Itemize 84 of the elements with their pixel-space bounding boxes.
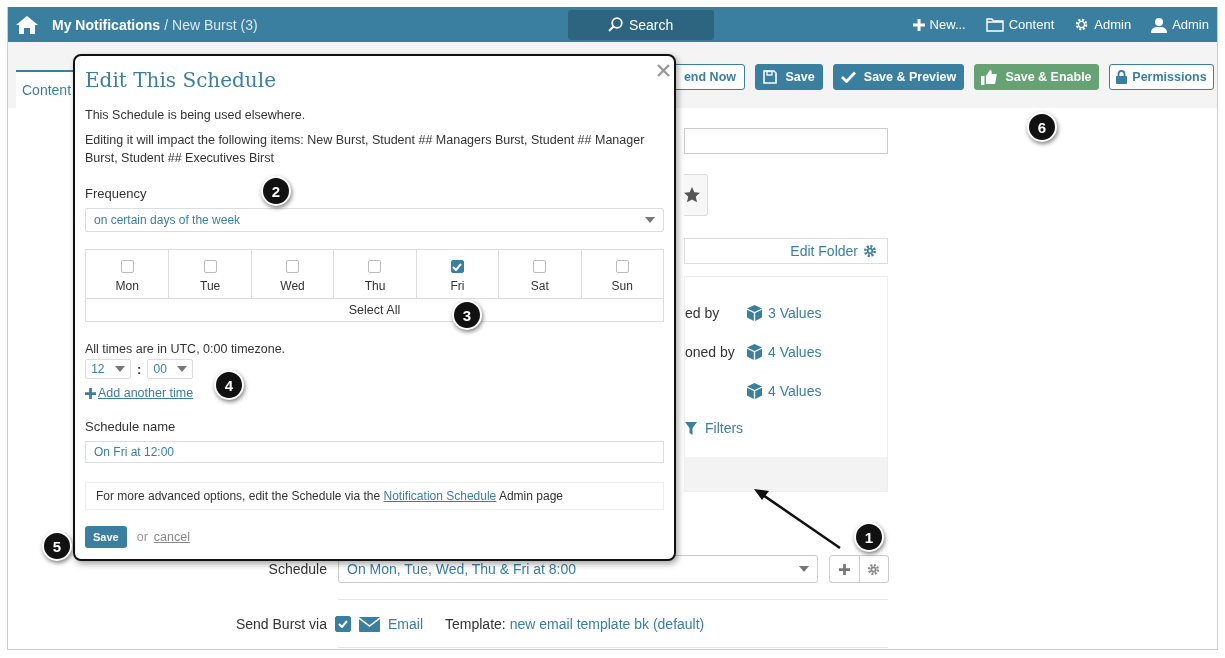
timezone-note: All times are in UTC, 0:00 timezone. — [85, 342, 286, 356]
template-label: Template: — [445, 616, 506, 632]
field-label: oned by — [685, 344, 735, 360]
day-label: Fri — [450, 279, 465, 293]
day-label: Tue — [200, 279, 221, 293]
user-icon — [1151, 16, 1168, 33]
home-icon[interactable] — [16, 15, 38, 34]
gear-icon — [863, 244, 877, 258]
gear-icon — [1074, 17, 1090, 32]
day-label: Sun — [611, 279, 633, 293]
checkbox[interactable] — [286, 260, 300, 273]
day-label: Mon — [115, 279, 139, 293]
dialog-title: Edit This Schedule — [85, 68, 276, 92]
checkbox[interactable] — [120, 260, 134, 273]
day-label: Thu — [364, 279, 386, 293]
lock-icon — [1116, 70, 1128, 84]
or-text: or — [136, 530, 148, 544]
edit-folder-link[interactable]: Edit Folder — [790, 243, 858, 259]
advanced-note: For more advanced options, edit the Schedule via the Notification Schedule Admin page — [85, 482, 664, 510]
checkbox[interactable] — [368, 260, 382, 273]
plus-icon — [838, 563, 850, 575]
search-icon — [607, 17, 623, 32]
template-link[interactable]: new email template bk (default) — [509, 616, 705, 632]
plus-icon — [85, 387, 96, 399]
minute-select[interactable]: 00 — [147, 359, 194, 379]
checkbox[interactable] — [533, 260, 547, 273]
cancel-link[interactable]: cancel — [153, 530, 190, 544]
thumbs-up-icon — [981, 69, 998, 85]
plus-icon — [912, 18, 925, 31]
settings-icon — [867, 562, 881, 576]
caret-icon — [114, 366, 125, 372]
values-link[interactable]: 3 Values — [747, 305, 822, 321]
toolbar-button[interactable]: Permissions — [1109, 64, 1214, 90]
save-button[interactable]: Save — [85, 526, 127, 548]
breadcrumb-link[interactable]: My Notifications — [52, 16, 161, 33]
toolbar-button[interactable]: Save & Enable — [974, 64, 1099, 90]
hour-select[interactable]: 12 — [85, 359, 131, 379]
toolbar-button[interactable]: Save — [755, 64, 823, 90]
menu-item[interactable]: New... — [912, 17, 966, 32]
folder-icon — [985, 17, 1004, 32]
values-link[interactable]: 4 Values — [747, 383, 822, 399]
field-label: Schedule name — [85, 419, 176, 434]
schedule-name-field[interactable]: On Fri at 12:00 — [85, 441, 664, 463]
breadcrumb-separator: / — [164, 16, 168, 33]
field-label: ed by — [685, 305, 720, 321]
toolbar-button[interactable]: Save & Preview — [833, 64, 964, 90]
cube-icon — [747, 344, 762, 360]
check-icon — [338, 620, 348, 628]
caret-icon — [799, 566, 809, 572]
day-label: Wed — [280, 279, 305, 293]
menu-item[interactable]: Admin — [1151, 16, 1209, 33]
check-icon — [452, 262, 463, 271]
field-label: Frequency — [85, 186, 147, 201]
notification-schedule-link[interactable]: Notification Schedule — [383, 489, 497, 503]
checkbox[interactable] — [615, 260, 629, 273]
star-icon — [684, 187, 700, 203]
filters-link[interactable]: Filters — [685, 420, 887, 436]
values-link[interactable]: 4 Values — [747, 344, 822, 360]
time-separator: : — [137, 361, 142, 377]
field-label: Schedule — [267, 561, 327, 577]
frequency-select[interactable]: on certain days of the week — [85, 208, 664, 232]
cube-icon — [747, 383, 762, 399]
close-icon[interactable] — [657, 64, 670, 77]
caret-icon — [645, 217, 655, 223]
channel-label: Email — [388, 616, 423, 632]
notice-text: This Schedule is being used elsewhere. — [85, 107, 307, 124]
add-time-link[interactable]: Add another time — [98, 386, 194, 400]
caret-icon — [177, 366, 188, 372]
text-field[interactable] — [684, 128, 888, 154]
day-label: Sat — [530, 279, 549, 293]
envelope-icon — [359, 616, 380, 632]
checkbox[interactable] — [450, 260, 464, 273]
impact-text: Editing it will impact the following items: New Burst, Student ## Managers Burst, Student ## Manager Burst, Student ## Executives Birst — [85, 132, 646, 167]
breadcrumb-current: New Burst (3) — [172, 16, 258, 33]
menu-item[interactable]: Admin — [1074, 17, 1132, 32]
star-button[interactable] — [684, 174, 708, 216]
cube-icon — [747, 305, 762, 321]
checkbox[interactable] — [335, 616, 351, 632]
check-icon — [840, 71, 856, 83]
filter-icon — [685, 421, 697, 435]
menu-item[interactable]: Content — [985, 17, 1055, 32]
field-label: Send Burst via — [234, 616, 327, 632]
checkbox[interactable] — [203, 260, 217, 273]
search-button[interactable]: Search — [567, 9, 714, 40]
